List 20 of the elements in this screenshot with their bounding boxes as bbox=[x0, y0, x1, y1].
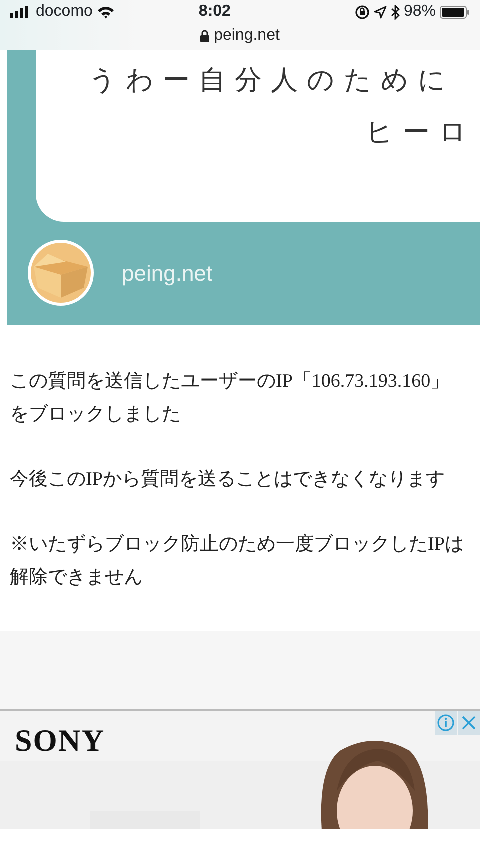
carrier-name: docomo bbox=[36, 2, 93, 22]
box-avatar-icon bbox=[28, 240, 94, 306]
wifi-icon bbox=[96, 6, 115, 18]
message-text: この質問を送信したユーザーのIP「106.73.193.160」をブロックしました bbox=[10, 370, 451, 427]
question-text: ヒーロ bbox=[366, 117, 476, 148]
location-arrow-icon bbox=[374, 6, 387, 18]
address-url[interactable]: peing.net bbox=[214, 24, 280, 48]
close-icon[interactable] bbox=[458, 711, 480, 735]
message-text: 今後このIPから質問を送ることはできなくなります bbox=[10, 468, 446, 492]
question-text: うわー自分人のために bbox=[89, 65, 455, 96]
site-name: peing.net bbox=[122, 260, 213, 288]
battery-icon bbox=[440, 6, 470, 18]
rotation-lock-icon bbox=[354, 4, 370, 20]
info-icon[interactable] bbox=[435, 711, 457, 735]
battery-percent: 98% bbox=[404, 2, 436, 22]
clock-time: 8:02 bbox=[198, 2, 231, 22]
brand-logo: SONY bbox=[15, 725, 106, 756]
bluetooth-icon bbox=[390, 4, 400, 20]
lock-icon bbox=[200, 30, 210, 42]
message-text: ※いたずらブロック防止のため一度ブロックしたIPは解除できません bbox=[10, 533, 464, 590]
